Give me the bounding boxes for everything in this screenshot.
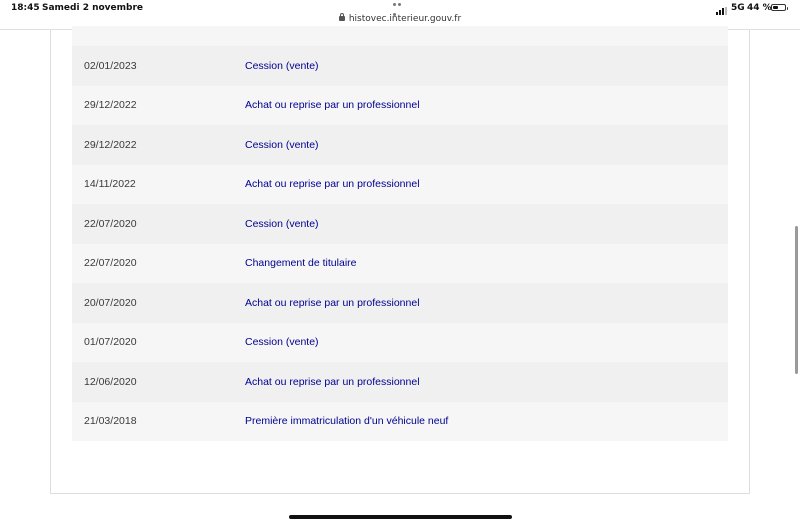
table-row: 22/07/2020 Cession (vente) — [72, 204, 728, 244]
row-date: 20/07/2020 — [84, 296, 137, 309]
row-operation: Achat ou reprise par un professionnel — [245, 99, 420, 112]
address-bar[interactable]: histovec.interieur.gouv.fr — [0, 13, 800, 24]
status-date: Samedi 2 novembre — [42, 3, 144, 13]
table-row: 22/07/2020 Changement de titulaire — [72, 243, 728, 283]
table-row: 12/06/2020 Achat ou reprise par un profes… — [72, 362, 728, 402]
row-operation: Achat ou reprise par un professionnel — [245, 375, 420, 388]
row-operation: Cession (vente) — [245, 138, 319, 151]
history-table: 02/01/2023 Cession (vente) 29/12/2022 Achat… — [72, 26, 728, 441]
battery-percent: 44 % — [747, 3, 772, 13]
row-date: 29/12/2022 — [84, 99, 137, 112]
table-row: 01/07/2020 Cession (vente) — [72, 322, 728, 362]
table-row: 29/12/2022 Achat ou reprise par un profes… — [72, 85, 728, 125]
row-date: 12/06/2020 — [84, 375, 137, 388]
table-row: 02/01/2023 Cession (vente) — [72, 46, 728, 86]
table-row: 29/12/2022 Cession (vente) — [72, 125, 728, 165]
row-date: 22/07/2020 — [84, 257, 137, 270]
url-text: histovec.interieur.gouv.fr — [348, 14, 462, 24]
scroll-indicator[interactable] — [795, 226, 798, 374]
row-operation: Cession (vente) — [245, 217, 319, 230]
row-date: 02/01/2023 — [84, 59, 137, 72]
status-time: 18:45 — [11, 3, 40, 13]
table-row-partial — [72, 26, 728, 46]
row-date: 01/07/2020 — [84, 336, 137, 349]
table-row: 20/07/2020 Achat ou reprise par un profes… — [72, 283, 728, 323]
row-operation: Première immatriculation d'un véhicule n… — [245, 415, 449, 428]
table-row: 14/11/2022 Achat ou reprise par un profes… — [72, 164, 728, 204]
home-indicator[interactable] — [289, 515, 512, 519]
row-operation: Changement de titulaire — [245, 257, 357, 270]
row-operation: Cession (vente) — [245, 336, 319, 349]
multitasking-dots-icon[interactable] — [393, 3, 407, 16]
network-type: 5G — [731, 3, 745, 13]
row-date: 21/03/2018 — [84, 415, 137, 428]
table-row: 21/03/2018 Première immatriculation d'un … — [72, 401, 728, 441]
cellular-signal-icon — [716, 5, 728, 15]
row-date: 14/11/2022 — [84, 178, 136, 191]
row-operation: Achat ou reprise par un professionnel — [245, 178, 420, 191]
row-date: 29/12/2022 — [84, 138, 137, 151]
history-rows: 02/01/2023 Cession (vente) 29/12/2022 Achat… — [72, 46, 728, 441]
lock-icon — [338, 13, 345, 21]
battery-icon — [771, 4, 788, 11]
row-date: 22/07/2020 — [84, 217, 137, 230]
battery-fill — [773, 6, 778, 9]
row-operation: Achat ou reprise par un professionnel — [245, 296, 420, 309]
row-operation: Cession (vente) — [245, 59, 319, 72]
